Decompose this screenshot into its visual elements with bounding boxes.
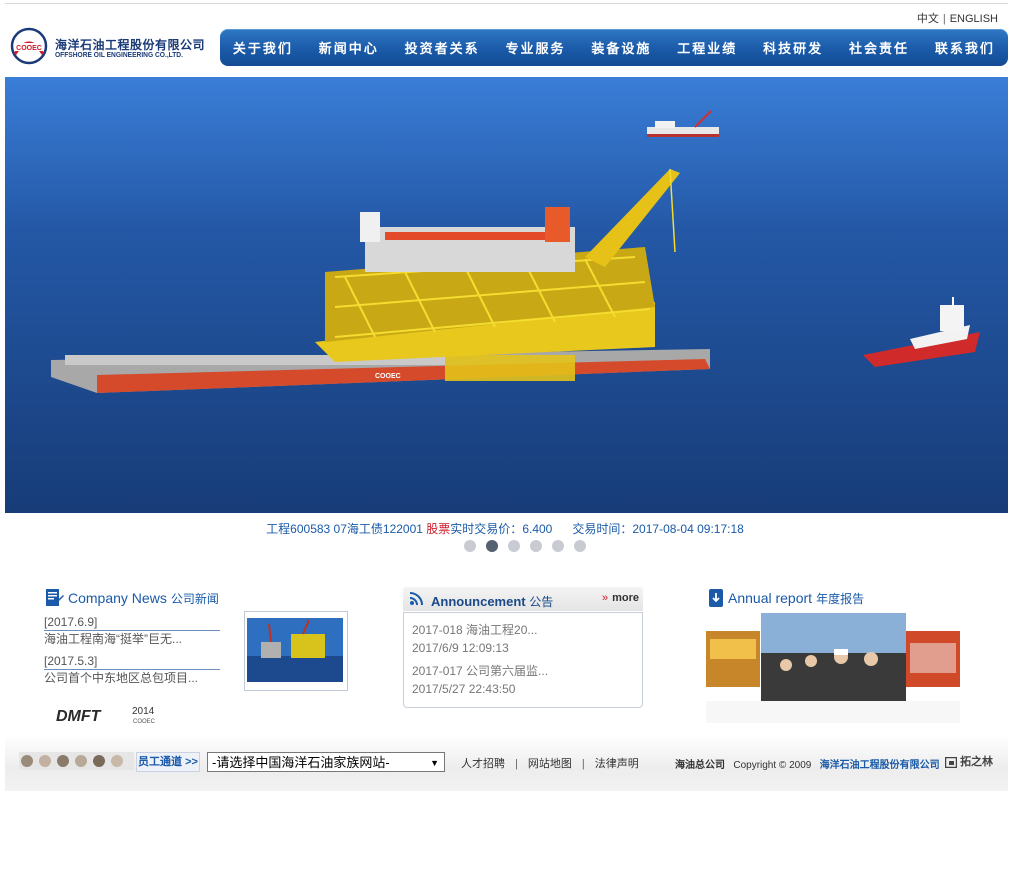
footer-link-separator: | bbox=[515, 758, 518, 770]
announcement-item: 2017-017 公司第六届监... 2017/5/27 22:43:50 bbox=[412, 662, 548, 698]
news-item: [2017.6.9] 海油工程南海“挺举”巨无... bbox=[44, 614, 224, 647]
announcement-time: 2017/5/27 22:43:50 bbox=[412, 682, 516, 696]
ticker-price-label: 实时交易价： bbox=[450, 522, 523, 536]
hero-banner-image[interactable]: COOEC bbox=[5, 77, 1008, 513]
svg-text:DMFT: DMFT bbox=[56, 708, 102, 725]
news-link[interactable]: 海油工程南海“挺举”巨无... bbox=[44, 631, 224, 647]
slider-dots bbox=[464, 540, 586, 552]
more-label: more bbox=[612, 592, 639, 604]
ticker-stock-label: 股票 bbox=[426, 522, 451, 536]
nav-contact[interactable]: 联系我们 bbox=[935, 38, 995, 57]
announcement-time: 2017/6/9 12:09:13 bbox=[412, 641, 509, 655]
rss-icon bbox=[409, 592, 423, 606]
svg-text:COOEC: COOEC bbox=[16, 45, 42, 52]
news-title-en[interactable]: Company News bbox=[68, 590, 167, 606]
announcement-list: 2017-018 海油工程20... 2017/6/9 12:09:13 201… bbox=[403, 612, 643, 708]
announcement-link[interactable]: 2017-018 海油工程20... bbox=[412, 621, 537, 639]
slider-dot[interactable] bbox=[552, 540, 564, 552]
slider-dot[interactable] bbox=[530, 540, 542, 552]
staff-photo-strip bbox=[19, 752, 134, 770]
more-arrow-icon: » bbox=[601, 592, 609, 604]
nav-projects[interactable]: 工程业绩 bbox=[677, 38, 737, 57]
nav-news[interactable]: 新闻中心 bbox=[319, 38, 379, 57]
stock-ticker: 工程600583 07海工债122001 股票实时交易价：6.400 交易时间：… bbox=[0, 520, 1010, 537]
copyright-text: Copyright © 2009 bbox=[733, 760, 812, 771]
tuozhilin-credit-logo[interactable]: 拓之林 bbox=[944, 753, 994, 769]
main-nav: 关于我们 新闻中心 投资者关系 专业服务 装备设施 工程业绩 科技研发 社会责任… bbox=[220, 29, 1008, 66]
annual-report-icon bbox=[709, 589, 723, 607]
footer-link-sitemap[interactable]: 网站地图 bbox=[528, 758, 572, 770]
footer-link-careers[interactable]: 人才招聘 bbox=[461, 758, 505, 770]
nav-services[interactable]: 专业服务 bbox=[506, 38, 566, 57]
top-divider bbox=[5, 3, 1008, 4]
cooec-logo-icon: COOEC bbox=[10, 27, 48, 65]
family-site-select[interactable]: -请选择中国海洋石油家族网站- ▼ bbox=[207, 752, 445, 772]
news-section-title: Company News 公司新闻 bbox=[44, 588, 224, 608]
annual-report-title[interactable]: Annual report 年度报告 bbox=[708, 588, 864, 608]
news-thumbnail[interactable] bbox=[244, 611, 348, 691]
nav-investor[interactable]: 投资者关系 bbox=[405, 38, 480, 57]
language-switch: 中文 | ENGLISH bbox=[917, 10, 998, 26]
ticker-price: 6.400 bbox=[522, 522, 553, 536]
news-date: [2017.6.9] bbox=[44, 615, 98, 629]
tuozhilin-mark-icon bbox=[944, 756, 958, 768]
parent-company-link[interactable]: 海油总公司 bbox=[675, 760, 725, 771]
tuozhilin-text: 拓之林 bbox=[960, 756, 994, 768]
footer-link-separator: | bbox=[581, 758, 585, 770]
announcement-title[interactable]: Announcement 公告 bbox=[431, 593, 553, 610]
logo-chinese-name: 海洋石油工程股份有限公司 bbox=[55, 38, 206, 52]
lang-chinese-link[interactable]: 中文 bbox=[917, 13, 939, 25]
footer-link-legal[interactable]: 法律声明 bbox=[595, 758, 639, 770]
ticker-prefix: 工程600583 07海工债122001 bbox=[266, 522, 427, 536]
logo-english-name: OFFSHORE OIL ENGINEERING CO.,LTD. bbox=[55, 52, 183, 59]
family-site-select-value: -请选择中国海洋石油家族网站- bbox=[212, 755, 390, 770]
slider-dot[interactable] bbox=[508, 540, 520, 552]
select-arrow-icon: ▼ bbox=[430, 758, 439, 768]
svg-text:COOEC: COOEC bbox=[375, 373, 401, 380]
staff-portal-button[interactable]: 员工通道 >> bbox=[136, 752, 200, 772]
nav-about[interactable]: 关于我们 bbox=[233, 38, 293, 57]
slider-dot[interactable] bbox=[486, 540, 498, 552]
nav-rnd[interactable]: 科技研发 bbox=[763, 38, 823, 57]
news-item: [2017.5.3] 公司首个中东地区总包项目... bbox=[44, 653, 224, 686]
news-title-cn: 公司新闻 bbox=[170, 591, 219, 606]
slider-dot[interactable] bbox=[464, 540, 476, 552]
footer: 员工通道 >> -请选择中国海洋石油家族网站- ▼ 人才招聘 | 网站地图 | 法律声明… bbox=[5, 735, 1008, 791]
company-news-section: Company News 公司新闻 [2017.6.9] 海油工程南海“挺举”巨… bbox=[44, 588, 224, 686]
nav-equipment[interactable]: 装备设施 bbox=[591, 38, 651, 57]
nav-csr[interactable]: 社会责任 bbox=[849, 38, 909, 57]
company-name: 海洋石油工程股份有限公司 bbox=[819, 760, 940, 771]
news-date: [2017.5.3] bbox=[44, 654, 98, 668]
ticker-time-label: 交易时间： bbox=[572, 522, 633, 536]
announcement-item: 2017-018 海油工程20... 2017/6/9 12:09:13 bbox=[412, 621, 537, 657]
svg-text:COOEC: COOEC bbox=[133, 719, 156, 725]
announcement-more-link[interactable]: » more bbox=[602, 592, 639, 604]
copyright: 海油总公司 Copyright © 2009 海洋石油工程股份有限公司 bbox=[675, 756, 940, 771]
footer-links: 人才招聘 | 网站地图 | 法律声明 bbox=[461, 755, 639, 771]
ticker-time: 2017-08-04 09:17:18 bbox=[632, 522, 744, 536]
dmft-2014-logo[interactable]: DMFT 2014 COOEC bbox=[56, 703, 166, 725]
lang-english-link[interactable]: ENGLISH bbox=[950, 13, 998, 25]
announcement-header: Announcement 公告 » more bbox=[403, 587, 643, 611]
annual-report-covers[interactable] bbox=[706, 613, 960, 723]
lang-separator: | bbox=[942, 13, 946, 25]
announcement-title-en: Announcement bbox=[431, 594, 526, 609]
annual-title-cn: 年度报告 bbox=[816, 591, 865, 606]
site-logo[interactable]: COOEC 海洋石油工程股份有限公司 OFFSHORE OIL ENGINEER… bbox=[9, 26, 209, 68]
news-link[interactable]: 公司首个中东地区总包项目... bbox=[44, 670, 224, 686]
document-edit-icon bbox=[46, 589, 64, 606]
announcement-title-cn: 公告 bbox=[529, 595, 554, 609]
annual-title-en: Annual report bbox=[728, 590, 813, 606]
slider-dot[interactable] bbox=[574, 540, 586, 552]
svg-text:2014: 2014 bbox=[132, 706, 155, 717]
announcement-link[interactable]: 2017-017 公司第六届监... bbox=[412, 662, 548, 680]
